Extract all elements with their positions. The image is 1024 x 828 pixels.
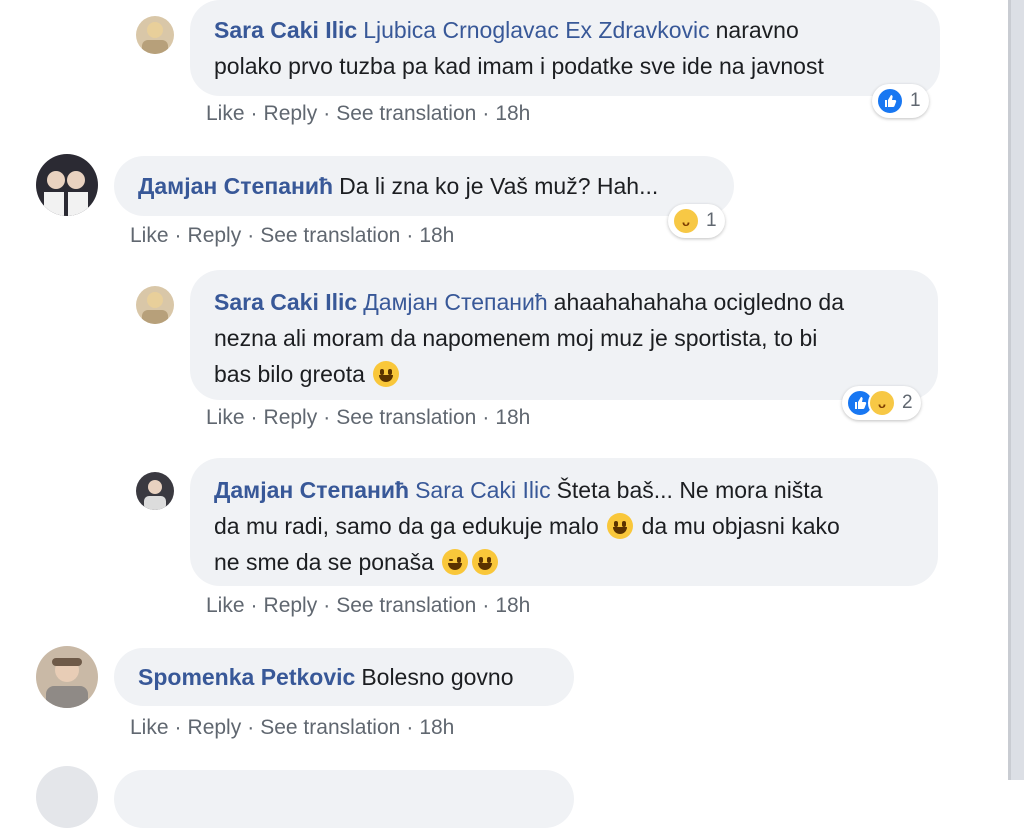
avatar-photo [136, 472, 174, 510]
comment-author[interactable]: Spomenka Petkovic [138, 664, 355, 690]
comment-bubble: Sara Caki Ilic Дамјан Степанић ahaahahahah… [190, 270, 938, 400]
comment-text: da mu radi, samo da ga edukuje malo [214, 513, 599, 539]
separator: · [323, 406, 331, 429]
comment-text: Šteta baš... Ne mora ništa [556, 477, 823, 503]
avatar-photo [36, 154, 98, 216]
avatar[interactable] [36, 766, 98, 828]
reply-link[interactable]: Reply [264, 594, 318, 617]
separator: · [250, 594, 258, 617]
separator: · [174, 716, 182, 739]
mention[interactable]: Дамјан Степанић [363, 289, 547, 315]
avatar[interactable] [36, 646, 98, 708]
reply-link[interactable]: Reply [188, 716, 242, 739]
separator: · [250, 406, 258, 429]
avatar-photo [136, 286, 174, 324]
timestamp[interactable]: 18h [419, 716, 454, 739]
timestamp[interactable]: 18h [495, 102, 530, 125]
comment-text: bas bilo greota [214, 361, 365, 387]
see-translation-link[interactable]: See translation [260, 716, 400, 739]
comment-author[interactable]: Sara Caki Ilic [214, 289, 357, 315]
comment-actions: Like · Reply · See translation · 18h [130, 716, 454, 740]
avatar[interactable] [36, 154, 98, 216]
wink-emoji-icon [442, 549, 469, 575]
separator: · [247, 224, 255, 247]
haha-icon: ᴗ [868, 389, 896, 417]
comment-text: ahaahahahaha ocigledno da [553, 289, 844, 315]
comment-text: polako prvo tuzba pa kad imam i podatke … [214, 53, 824, 79]
see-translation-link[interactable]: See translation [336, 102, 476, 125]
comment-actions: Like · Reply · See translation · 18h [206, 406, 530, 430]
reaction-count: 1 [706, 210, 717, 231]
reaction-summary[interactable]: ᴗ 2 [842, 386, 921, 420]
timestamp[interactable]: 18h [419, 224, 454, 247]
like-icon [876, 87, 904, 115]
like-link[interactable]: Like [206, 594, 245, 617]
separator: · [406, 716, 414, 739]
separator: · [174, 224, 182, 247]
reaction-summary[interactable]: ᴗ 1 [668, 204, 725, 238]
reaction-count: 2 [902, 392, 913, 413]
haha-icon: ᴗ [672, 207, 700, 235]
comment-text: da mu objasni kako [641, 513, 840, 539]
mention[interactable]: Ljubica Crnoglavac Ex Zdravkovic [363, 17, 709, 43]
separator: · [323, 102, 331, 125]
reply-link[interactable]: Reply [264, 406, 318, 429]
comment-bubble: Spomenka Petkovic Bolesno govno [114, 648, 574, 706]
like-link[interactable]: Like [130, 716, 169, 739]
see-translation-link[interactable]: See translation [260, 224, 400, 247]
separator: · [482, 102, 490, 125]
avatar[interactable] [136, 472, 174, 510]
timestamp[interactable]: 18h [495, 594, 530, 617]
comment-actions: Like · Reply · See translation · 18h [206, 594, 530, 618]
reply-link[interactable]: Reply [188, 224, 242, 247]
avatar-photo [136, 16, 174, 54]
comment-author[interactable]: Дамјан Степанић [214, 477, 409, 503]
see-translation-link[interactable]: See translation [336, 406, 476, 429]
separator: · [482, 406, 490, 429]
like-link[interactable]: Like [130, 224, 169, 247]
comment-bubble: Sara Caki Ilic Ljubica Crnoglavac Ex Zdra… [190, 0, 940, 96]
reply-link[interactable]: Reply [264, 102, 318, 125]
comment-actions: Like · Reply · See translation · 18h [206, 102, 530, 126]
separator: · [482, 594, 490, 617]
separator: · [250, 102, 258, 125]
comment-bubble: Дамјан Степанић Da li zna ko je Vaš muž? … [114, 156, 734, 216]
like-link[interactable]: Like [206, 102, 245, 125]
comment-text: naravno [715, 17, 799, 43]
avatar[interactable] [136, 16, 174, 54]
see-translation-link[interactable]: See translation [336, 594, 476, 617]
comment-bubble: Дамјан Степанић Sara Caki Ilic Šteta baš..… [190, 458, 938, 586]
comment-actions: Like · Reply · See translation · 18h [130, 224, 454, 248]
comment-author[interactable]: Sara Caki Ilic [214, 17, 357, 43]
window-edge [1008, 0, 1024, 780]
comment-bubble [114, 770, 574, 828]
separator: · [247, 716, 255, 739]
separator: · [323, 594, 331, 617]
smile-emoji-icon [472, 549, 499, 575]
reaction-summary[interactable]: 1 [872, 84, 929, 118]
like-link[interactable]: Like [206, 406, 245, 429]
comment-text: Da li zna ko je Vaš muž? Hah... [339, 173, 659, 199]
laughing-emoji-icon [373, 361, 400, 387]
comment-author[interactable]: Дамјан Степанић [138, 173, 333, 199]
comment-text: Bolesno govno [361, 664, 514, 690]
reaction-count: 1 [910, 90, 921, 111]
timestamp[interactable]: 18h [495, 406, 530, 429]
smile-emoji-icon [607, 513, 634, 539]
separator: · [406, 224, 414, 247]
avatar[interactable] [136, 286, 174, 324]
avatar-photo [36, 646, 98, 708]
mention[interactable]: Sara Caki Ilic [415, 477, 550, 503]
comment-text: ne sme da se ponaša [214, 549, 434, 575]
comment-text: nezna ali moram da napomenem moj muz je … [214, 325, 818, 351]
